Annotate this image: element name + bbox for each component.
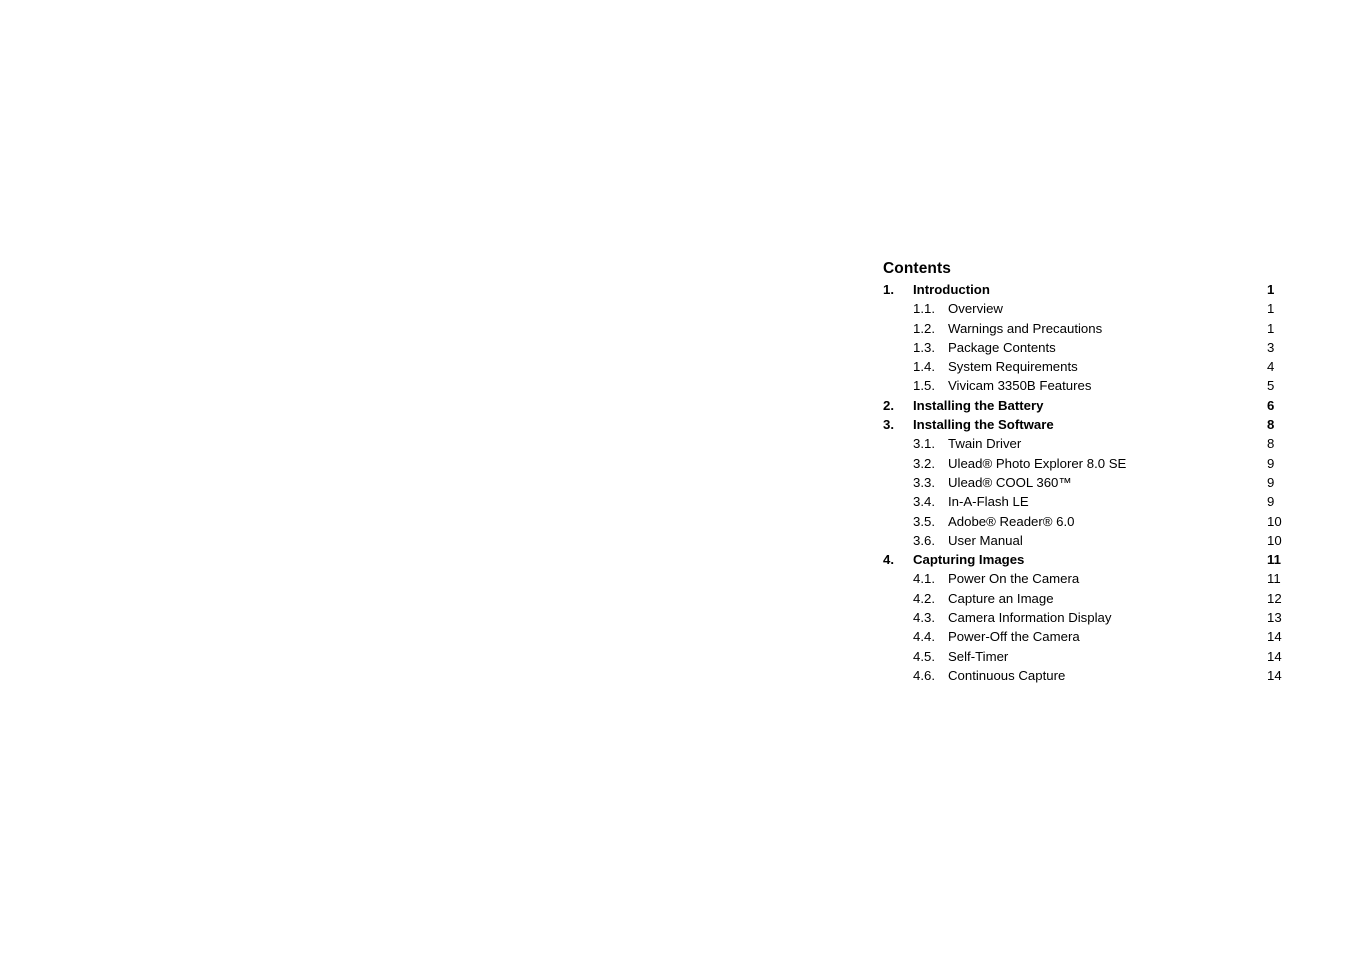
toc-entry-page-number: 1 [1267, 301, 1275, 317]
toc-entry[interactable]: 1.2. Warnings and Precautions 1 [883, 319, 1293, 338]
toc-entry-number: 3. [883, 417, 894, 433]
toc-entry[interactable]: 3. Installing the Software 8 [883, 415, 1293, 434]
toc-entry[interactable]: 1.5. Vivicam 3350B Features 5 [883, 376, 1293, 395]
toc-entry[interactable]: 4.6. Continuous Capture 14 [883, 666, 1293, 685]
toc-entry[interactable]: 3.1. Twain Driver 8 [883, 434, 1293, 453]
toc-entry-number: 3.2. [913, 455, 935, 471]
toc-entry-number: 3.4. [913, 494, 935, 510]
toc-entry[interactable]: 4.3. Camera Information Display 13 [883, 608, 1293, 627]
toc-entry-number: 4.5. [913, 648, 935, 664]
toc-entry-number: 2. [883, 397, 894, 413]
table-of-contents: Contents 1. Introduction 1 1.1. Overview 1 1.2… [883, 259, 1293, 685]
toc-entry-label: Power-Off the Camera [948, 629, 1080, 645]
toc-entry[interactable]: 1.1. Overview 1 [883, 299, 1293, 318]
toc-entry-label: Introduction [913, 282, 990, 297]
toc-entry-page-number: 8 [1267, 436, 1275, 452]
toc-entry-number: 1. [883, 282, 894, 297]
toc-entry[interactable]: 3.5. Adobe® Reader® 6.0 10 [883, 512, 1293, 531]
toc-entry-label: Capturing Images [913, 552, 1025, 568]
toc-entry-page-number: 8 [1267, 417, 1275, 433]
toc-entry-number: 4. [883, 552, 894, 568]
toc-entry-page-number: 1 [1267, 320, 1275, 336]
toc-entry-page-number: 1 [1267, 282, 1275, 297]
toc-entry[interactable]: 3.6. User Manual 10 [883, 531, 1293, 550]
toc-entry-label: Capture an Image [948, 590, 1054, 606]
toc-entry[interactable]: 1.3. Package Contents 3 [883, 338, 1293, 357]
toc-entry-label: Continuous Capture [948, 667, 1066, 683]
toc-entry-number: 4.6. [913, 667, 935, 683]
toc-entry-number: 1.5. [913, 378, 935, 394]
toc-entry[interactable]: 4.1. Power On the Camera 11 [883, 569, 1293, 588]
toc-entry-page-number: 12 [1267, 590, 1282, 606]
toc-entry-label: Overview [948, 301, 1003, 317]
toc-entry-page-number: 9 [1267, 474, 1275, 490]
toc-entry[interactable]: 3.4. In-A-Flash LE 9 [883, 492, 1293, 511]
toc-entry-label: Ulead® COOL 360™ [948, 474, 1072, 490]
toc-entry[interactable]: 4. Capturing Images 11 [883, 550, 1293, 569]
toc-entry-page-number: 14 [1267, 648, 1282, 664]
toc-entry-number: 4.3. [913, 610, 935, 626]
toc-entry-page-number: 10 [1267, 513, 1282, 529]
toc-entry-label: Ulead® Photo Explorer 8.0 SE [948, 455, 1127, 471]
toc-entry-page-number: 3 [1267, 339, 1275, 355]
toc-entry[interactable]: 1.4. System Requirements 4 [883, 357, 1293, 376]
toc-entry[interactable]: 4.4. Power-Off the Camera 14 [883, 627, 1293, 646]
toc-entry-number: 4.4. [913, 629, 935, 645]
toc-entry-number: 1.1. [913, 301, 935, 317]
toc-entry-page-number: 9 [1267, 455, 1275, 471]
toc-entry[interactable]: 2. Installing the Battery 6 [883, 396, 1293, 415]
toc-entry-page-number: 14 [1267, 667, 1282, 683]
toc-entry-number: 3.1. [913, 436, 935, 452]
toc-entry-label: Installing the Software [913, 417, 1054, 433]
toc-entry-label: User Manual [948, 532, 1023, 548]
toc-entry-page-number: 6 [1267, 397, 1275, 413]
toc-entry[interactable]: 4.5. Self-Timer 14 [883, 647, 1293, 666]
toc-entry-label: Vivicam 3350B Features [948, 378, 1092, 394]
toc-entry-number: 3.6. [913, 532, 935, 548]
toc-entry-list: 1. Introduction 1 1.1. Overview 1 1.2. Warnings… [883, 280, 1293, 685]
document-page: Contents 1. Introduction 1 1.1. Overview 1 1.2… [0, 0, 1351, 954]
toc-entry-label: Camera Information Display [948, 610, 1112, 626]
toc-entry-page-number: 11 [1267, 571, 1281, 587]
toc-entry-label: Warnings and Precautions [948, 320, 1103, 336]
toc-entry-label: Power On the Camera [948, 571, 1080, 587]
toc-entry-number: 1.4. [913, 359, 935, 375]
toc-entry-page-number: 4 [1267, 359, 1275, 375]
toc-entry-label: Self-Timer [948, 648, 1009, 664]
toc-entry-page-number: 5 [1267, 378, 1275, 394]
toc-entry[interactable]: 3.3. Ulead® COOL 360™ 9 [883, 473, 1293, 492]
toc-entry-number: 1.2. [913, 320, 935, 336]
toc-entry[interactable]: 1. Introduction 1 [883, 280, 1293, 299]
toc-entry-page-number: 14 [1267, 629, 1282, 645]
toc-entry-label: In-A-Flash LE [948, 494, 1029, 510]
toc-entry-page-number: 10 [1267, 532, 1282, 548]
toc-entry-label: Installing the Battery [913, 397, 1044, 413]
toc-entry-label: Adobe® Reader® 6.0 [948, 513, 1075, 529]
toc-entry-label: Twain Driver [948, 436, 1022, 452]
toc-entry-number: 3.3. [913, 474, 935, 490]
toc-entry-page-number: 9 [1267, 494, 1275, 510]
toc-entry-page-number: 13 [1267, 610, 1282, 626]
toc-entry-number: 4.1. [913, 571, 935, 587]
toc-entry-page-number: 11 [1267, 552, 1281, 568]
toc-entry[interactable]: 4.2. Capture an Image 12 [883, 589, 1293, 608]
toc-entry-number: 3.5. [913, 513, 935, 529]
toc-entry-label: System Requirements [948, 359, 1078, 375]
page-title: Contents [883, 260, 951, 277]
toc-entry-label: Package Contents [948, 339, 1056, 355]
toc-entry-number: 4.2. [913, 590, 935, 606]
toc-entry[interactable]: 3.2. Ulead® Photo Explorer 8.0 SE 9 [883, 454, 1293, 473]
toc-entry-number: 1.3. [913, 339, 935, 355]
